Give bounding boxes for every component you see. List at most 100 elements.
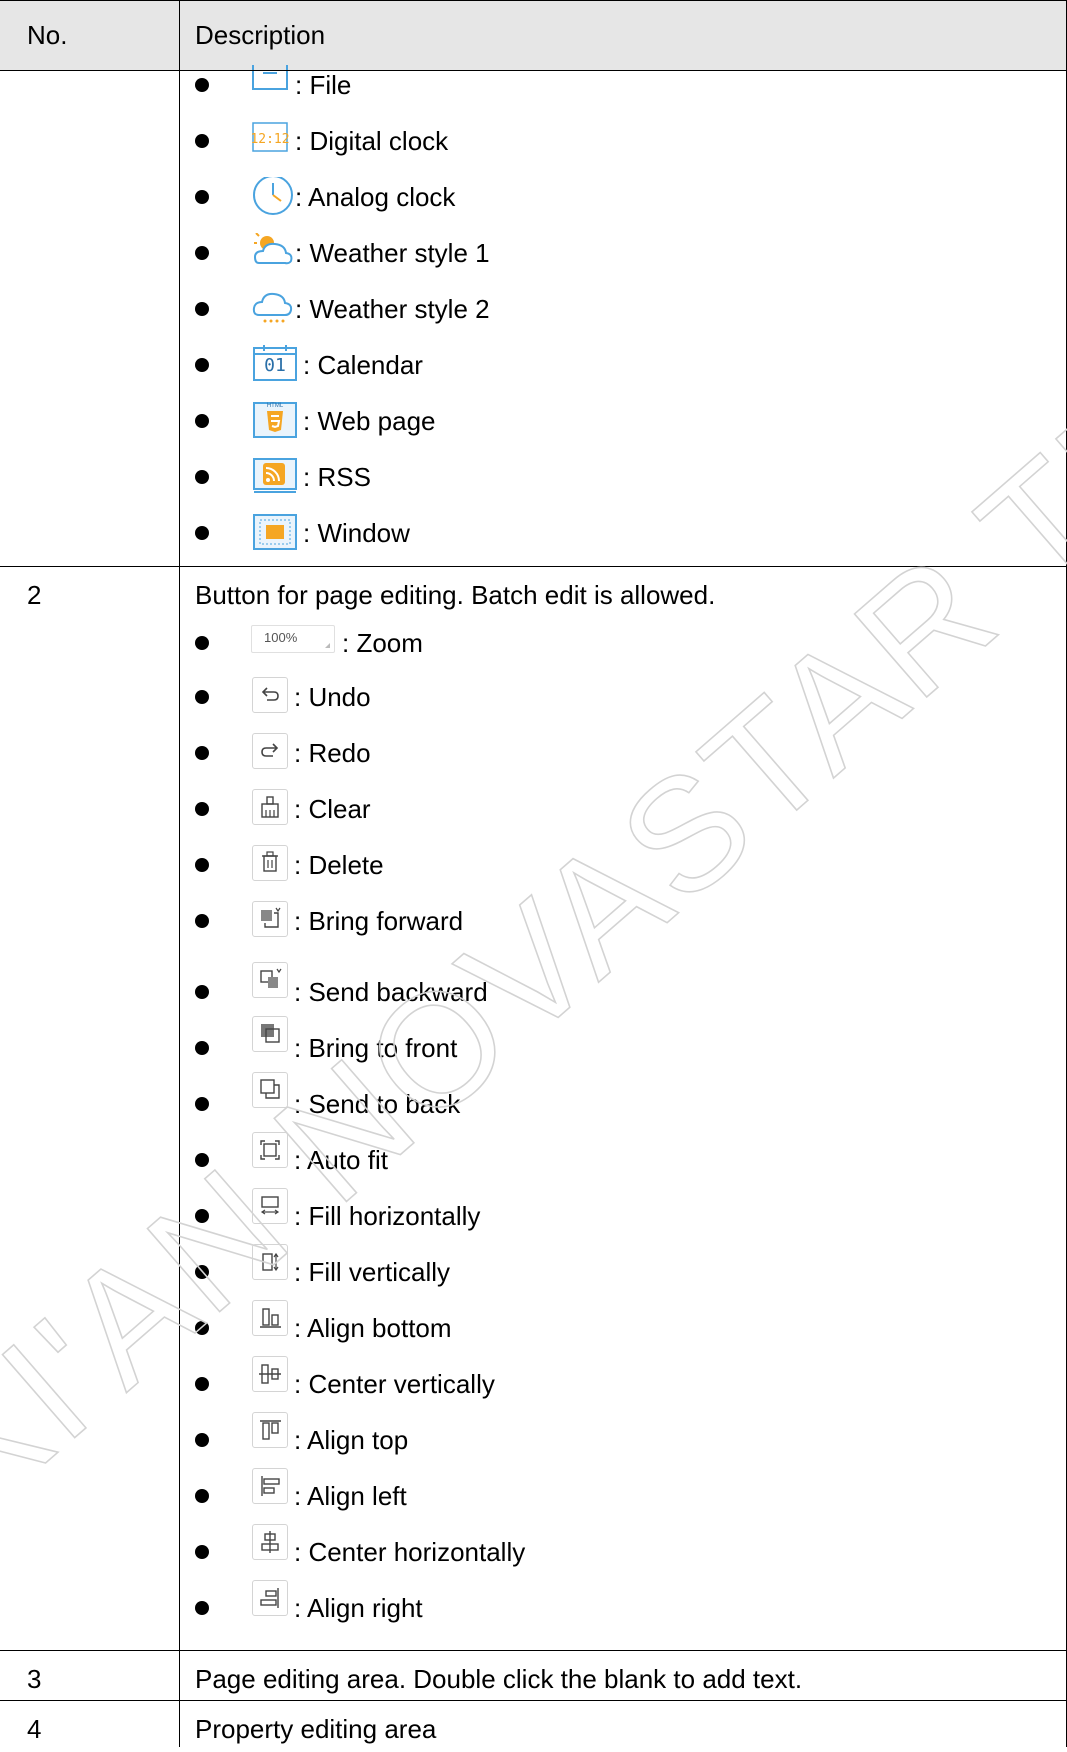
column-divider: [179, 0, 180, 1747]
bullet: [195, 358, 209, 372]
item-label: : Fill vertically: [294, 1257, 451, 1287]
align-right-icon[interactable]: [252, 1580, 288, 1616]
item-label: : Clear: [294, 794, 371, 824]
bullet: [195, 1377, 209, 1391]
item-label: : Weather style 2: [295, 294, 490, 324]
bring-forward-icon[interactable]: [252, 901, 288, 937]
resize-corner-icon: [325, 643, 330, 648]
bullet: [195, 985, 209, 999]
row-4-no: 4: [27, 1714, 42, 1744]
redo-icon[interactable]: [252, 733, 288, 769]
item-label: : Center horizontally: [294, 1537, 526, 1567]
bullet: [195, 1545, 209, 1559]
item-label: : Weather style 1: [295, 238, 490, 268]
item-label: : Align left: [294, 1481, 407, 1511]
item-label: : Calendar: [303, 350, 423, 380]
table-border-top: [0, 0, 1067, 1]
bullet: [195, 1433, 209, 1447]
bring-to-front-icon[interactable]: [252, 1016, 288, 1052]
rss-icon: [251, 457, 299, 493]
item-label: : Undo: [294, 682, 371, 712]
bullet: [195, 134, 209, 148]
clear-icon[interactable]: [252, 789, 288, 825]
analog-clock-icon: [251, 175, 293, 215]
bullet: [195, 78, 209, 92]
row-3-description: Page editing area. Double click the blan…: [195, 1664, 803, 1694]
bullet: [195, 802, 209, 816]
item-label: : Delete: [294, 850, 384, 880]
item-label: : Redo: [294, 738, 371, 768]
item-label: : Digital clock: [295, 126, 449, 156]
table-header-background: [0, 0, 1067, 70]
calendar-icon: 01: [251, 345, 299, 381]
bullet: [195, 1153, 209, 1167]
window-icon: [251, 513, 299, 550]
item-label: : Align right: [294, 1593, 423, 1623]
bullet: [195, 1209, 209, 1223]
delete-icon[interactable]: [252, 845, 288, 881]
bullet: [195, 190, 209, 204]
bullet: [195, 414, 209, 428]
bullet: [195, 914, 209, 928]
item-label: : File: [295, 70, 352, 100]
row-2-intro: Button for page editing. Batch edit is a…: [195, 580, 716, 610]
item-label: : Align top: [294, 1425, 409, 1455]
item-label: : Zoom: [342, 628, 423, 658]
center-horizontally-icon[interactable]: [252, 1524, 288, 1560]
row-2-no: 2: [27, 580, 42, 610]
digital-clock-icon: 12:12: [250, 121, 291, 157]
header-no: No.: [27, 20, 68, 50]
bullet: [195, 470, 209, 484]
item-label: : Fill horizontally: [294, 1201, 481, 1231]
bullet: [195, 1321, 209, 1335]
table-rule: [0, 1650, 1067, 1651]
table-rule: [0, 566, 1067, 567]
table-rule: [0, 70, 1067, 71]
weather-style-1-icon: [251, 230, 293, 269]
header-description: Description: [195, 20, 326, 50]
item-label: : Bring to front: [294, 1033, 458, 1063]
table-rule: [0, 1700, 1067, 1701]
bullet: [195, 1489, 209, 1503]
send-to-back-icon[interactable]: [252, 1072, 288, 1108]
bullet: [195, 1265, 209, 1279]
bullet: [195, 526, 209, 540]
item-label: : Bring forward: [294, 906, 464, 936]
bullet: [195, 690, 209, 704]
bullet: [195, 1097, 209, 1111]
item-label: : Send backward: [294, 977, 488, 1007]
zoom-select-icon[interactable]: 100%: [251, 625, 335, 653]
fill-vertically-icon[interactable]: [252, 1244, 288, 1280]
center-vertically-icon[interactable]: [252, 1356, 288, 1392]
item-label: : Center vertically: [294, 1369, 495, 1399]
web-page-icon: HTML: [251, 401, 299, 438]
bullet: [195, 1041, 209, 1055]
item-label: : Auto fit: [294, 1145, 388, 1175]
fill-horizontally-icon[interactable]: [252, 1188, 288, 1224]
bullet: [195, 746, 209, 760]
bullet: [195, 636, 209, 650]
item-label: : Window: [303, 518, 410, 548]
bullet: [195, 246, 209, 260]
item-label: : Align bottom: [294, 1313, 452, 1343]
item-label: : Analog clock: [295, 182, 456, 212]
calendar-icon-text: 01: [264, 355, 286, 376]
item-label: : Send to back: [294, 1089, 461, 1119]
align-left-icon[interactable]: [252, 1468, 288, 1504]
align-top-icon[interactable]: [252, 1412, 288, 1448]
row-3-no: 3: [27, 1664, 42, 1694]
bullet: [195, 858, 209, 872]
undo-icon[interactable]: [252, 677, 288, 713]
spec-table: No. Description : File 12:12 : Digital c…: [0, 0, 1067, 1747]
row-4-description: Property editing area: [195, 1714, 437, 1744]
weather-style-2-icon: [251, 289, 293, 325]
zoom-value: 100%: [264, 630, 298, 645]
auto-fit-icon[interactable]: [252, 1132, 288, 1168]
item-label: : Web page: [303, 406, 436, 436]
item-label: : RSS: [303, 462, 371, 492]
bullet: [195, 1601, 209, 1615]
web-page-icon-text: HTML: [266, 403, 284, 409]
send-backward-icon[interactable]: [252, 962, 288, 998]
svg-text:12:12: 12:12: [251, 132, 290, 147]
align-bottom-icon[interactable]: [252, 1300, 288, 1336]
